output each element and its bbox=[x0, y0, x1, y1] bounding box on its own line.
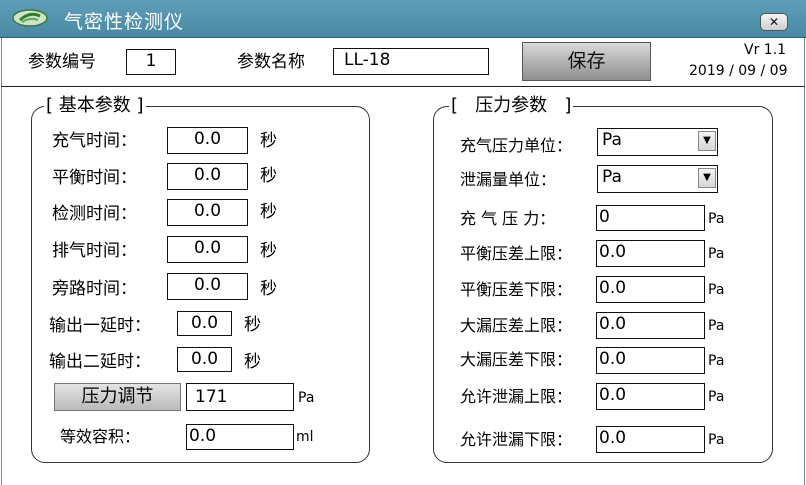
window-title: 气密性检测仪 bbox=[64, 11, 185, 33]
allow-leak-upper-input[interactable]: 0.0 bbox=[596, 383, 705, 410]
leak-unit-label: 泄漏量单位： bbox=[460, 170, 557, 189]
output1-delay-label: 输出一延时： bbox=[49, 316, 151, 336]
test-time-unit: 秒 bbox=[260, 202, 277, 222]
fill-pressure-unit-value: Pa bbox=[602, 130, 622, 150]
param-name-label: 参数名称 bbox=[237, 52, 305, 72]
param-name-input[interactable]: LL-18 bbox=[333, 48, 489, 75]
chevron-down-icon[interactable]: ▼ bbox=[698, 168, 716, 188]
allow-leak-upper-unit: Pa bbox=[708, 389, 725, 405]
param-number-input[interactable]: 1 bbox=[126, 49, 176, 75]
fill-pressure-label: 充 气 压 力： bbox=[460, 209, 556, 228]
balance-time-unit: 秒 bbox=[260, 166, 277, 186]
pressure-adjust-unit: Pa bbox=[298, 390, 315, 406]
leak-unit-value: Pa bbox=[602, 167, 622, 187]
title-bar: 气密性检测仪 ✕ bbox=[0, 0, 806, 38]
fill-pressure-unit-label: 充气压力单位： bbox=[460, 136, 573, 155]
balance-upper-label: 平衡压差上限： bbox=[460, 244, 573, 263]
param-number-label: 参数编号 bbox=[28, 52, 96, 72]
logo-icon bbox=[12, 9, 48, 27]
pressure-adjust-button[interactable]: 压力调节 bbox=[54, 383, 181, 411]
output1-delay-input[interactable]: 0.0 bbox=[177, 311, 232, 336]
big-leak-upper-unit: Pa bbox=[708, 318, 725, 334]
test-time-input[interactable]: 0.0 bbox=[167, 199, 248, 226]
pressure-params-title: [ 压力参数 ] bbox=[449, 94, 574, 118]
allow-leak-lower-unit: Pa bbox=[708, 432, 725, 448]
balance-upper-unit: Pa bbox=[708, 246, 725, 262]
output2-delay-label: 输出二延时： bbox=[49, 352, 151, 372]
exhaust-time-label: 排气时间： bbox=[52, 241, 137, 261]
allow-leak-upper-label: 允许泄漏上限： bbox=[460, 387, 573, 406]
balance-lower-unit: Pa bbox=[708, 282, 725, 298]
equiv-volume-unit: ml bbox=[296, 429, 314, 445]
fill-pressure-input[interactable]: 0 bbox=[596, 205, 705, 231]
date-text: 2019 / 09 / 09 bbox=[689, 63, 788, 79]
fill-pressure-unit: Pa bbox=[708, 211, 725, 227]
balance-lower-input[interactable]: 0.0 bbox=[596, 276, 705, 303]
balance-time-label: 平衡时间： bbox=[52, 168, 137, 188]
output1-delay-unit: 秒 bbox=[244, 315, 261, 335]
exhaust-time-unit: 秒 bbox=[260, 241, 277, 261]
output2-delay-input[interactable]: 0.0 bbox=[177, 347, 232, 372]
close-button[interactable]: ✕ bbox=[760, 13, 788, 31]
allow-leak-lower-input[interactable]: 0.0 bbox=[596, 426, 705, 453]
equiv-volume-label: 等效容积： bbox=[60, 427, 141, 446]
balance-upper-input[interactable]: 0.0 bbox=[596, 240, 705, 267]
test-time-label: 检测时间： bbox=[52, 204, 137, 224]
basic-params-title: [ 基本参数 ] bbox=[44, 94, 146, 118]
version-text: Vr 1.1 bbox=[744, 42, 787, 58]
header-divider bbox=[1, 86, 805, 87]
big-leak-lower-input[interactable]: 0.0 bbox=[596, 347, 705, 374]
pressure-adjust-input[interactable]: 171 bbox=[186, 383, 294, 411]
bypass-time-input[interactable]: 0.0 bbox=[167, 273, 248, 300]
big-leak-lower-label: 大漏压差下限： bbox=[460, 350, 573, 369]
big-leak-upper-input[interactable]: 0.0 bbox=[596, 312, 705, 339]
allow-leak-lower-label: 允许泄漏下限： bbox=[460, 430, 573, 449]
fill-pressure-unit-select[interactable]: Pa ▼ bbox=[597, 128, 718, 156]
balance-lower-label: 平衡压差下限： bbox=[460, 280, 573, 299]
big-leak-upper-label: 大漏压差上限： bbox=[460, 316, 573, 335]
exhaust-time-input[interactable]: 0.0 bbox=[167, 236, 248, 263]
bypass-time-label: 旁路时间： bbox=[52, 279, 137, 299]
chevron-down-icon[interactable]: ▼ bbox=[698, 131, 716, 151]
big-leak-lower-unit: Pa bbox=[708, 353, 725, 369]
bypass-time-unit: 秒 bbox=[260, 279, 277, 299]
output2-delay-unit: 秒 bbox=[244, 352, 261, 372]
save-button[interactable]: 保存 bbox=[522, 42, 651, 81]
equiv-volume-input[interactable]: 0.0 bbox=[186, 424, 294, 450]
balance-time-input[interactable]: 0.0 bbox=[167, 163, 248, 190]
fill-time-input[interactable]: 0.0 bbox=[167, 127, 248, 154]
fill-time-unit: 秒 bbox=[260, 131, 277, 151]
fill-time-label: 充气时间： bbox=[52, 131, 137, 151]
leak-unit-select[interactable]: Pa ▼ bbox=[597, 165, 718, 193]
